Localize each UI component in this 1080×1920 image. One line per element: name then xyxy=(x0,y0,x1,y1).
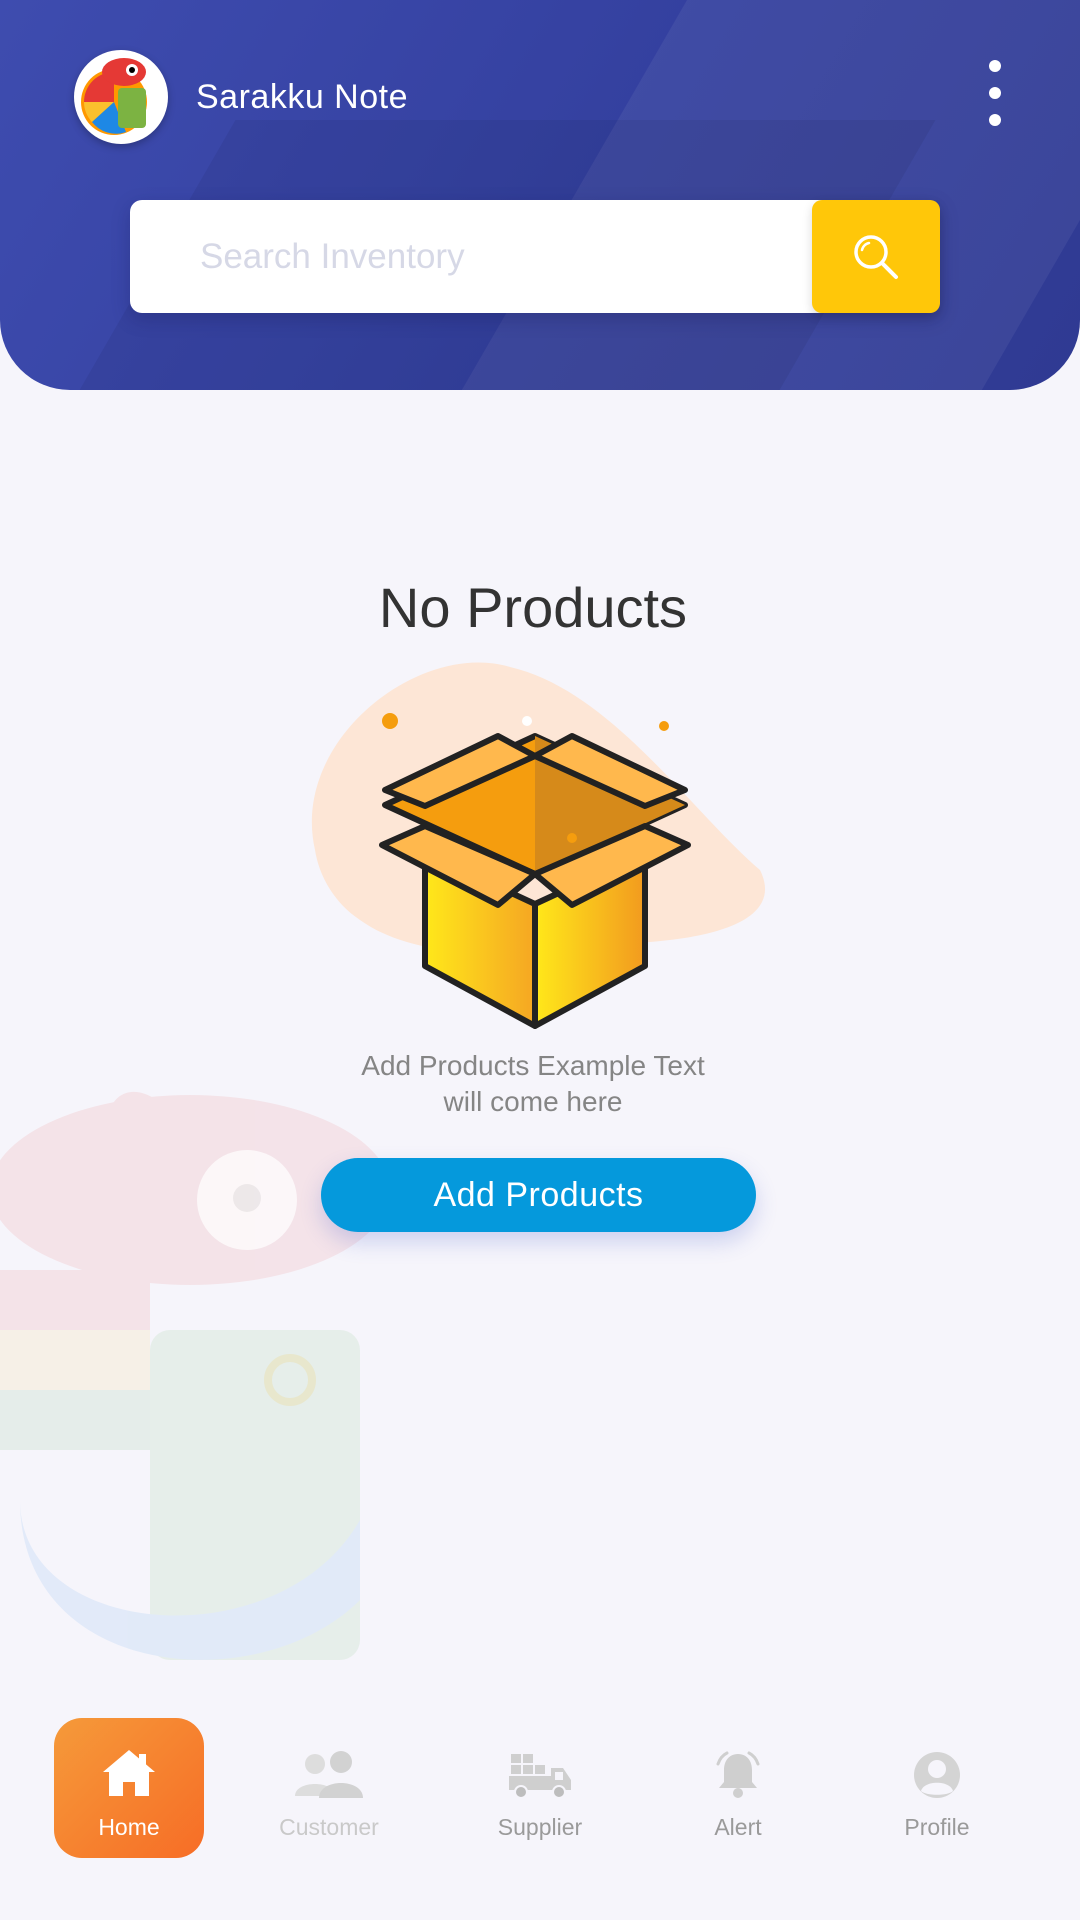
home-icon xyxy=(103,1750,155,1796)
empty-box-illustration xyxy=(311,662,766,1029)
more-options-icon[interactable] xyxy=(980,60,1010,126)
empty-state-title: No Products xyxy=(378,576,688,639)
nav-label-customer: Customer xyxy=(279,1814,379,1840)
truck-icon xyxy=(509,1754,571,1799)
customers-icon xyxy=(295,1751,363,1798)
search-bar xyxy=(130,200,940,313)
nav-item-supplier[interactable]: Supplier xyxy=(465,1718,615,1858)
nav-label-supplier: Supplier xyxy=(497,1814,583,1840)
nav-label-alert: Alert xyxy=(714,1814,762,1840)
profile-icon xyxy=(914,1752,960,1798)
app-logo xyxy=(74,50,168,144)
nav-label-home: Home xyxy=(98,1814,160,1840)
empty-state-description: Add Products Example Text will come here xyxy=(361,1050,705,1117)
add-products-button[interactable]: Add Products xyxy=(321,1158,756,1232)
nav-item-alert[interactable]: Alert xyxy=(663,1718,813,1858)
app-screen: Sarakku Note No Products xyxy=(0,0,1080,1920)
bell-icon xyxy=(716,1751,760,1798)
nav-item-profile[interactable]: Profile xyxy=(862,1718,1012,1858)
bottom-navigation: Home Customer Supplier Alert Profile xyxy=(0,1700,1080,1920)
nav-item-customer[interactable]: Customer xyxy=(254,1718,404,1858)
search-input[interactable] xyxy=(130,200,812,313)
app-title: Sarakku Note xyxy=(196,78,408,116)
search-button[interactable] xyxy=(812,200,940,313)
nav-item-home[interactable]: Home xyxy=(54,1718,204,1858)
search-icon xyxy=(854,234,898,279)
nav-label-profile: Profile xyxy=(904,1814,970,1840)
app-header: Sarakku Note xyxy=(0,0,1080,390)
